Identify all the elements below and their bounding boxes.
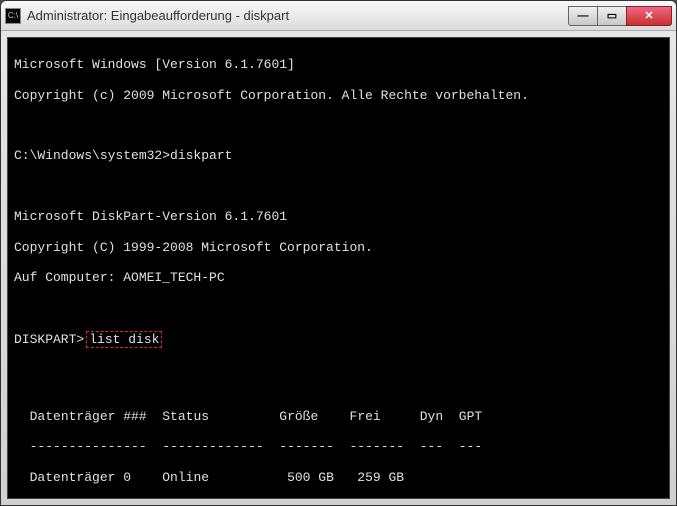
prompt-path: C:\Windows\system32> (14, 148, 170, 163)
prompt-line-diskpart: C:\Windows\system32>diskpart (14, 148, 663, 163)
diskpart-version: Microsoft DiskPart-Version 6.1.7601 (14, 209, 663, 224)
window-frame: C:\ Administrator: Eingabeaufforderung -… (0, 0, 677, 506)
maximize-button[interactable]: ▭ (597, 6, 627, 26)
minimize-button[interactable]: — (568, 6, 598, 26)
cmd-icon: C:\ (5, 8, 21, 24)
cmd-diskpart: diskpart (170, 148, 232, 163)
console-area[interactable]: Microsoft Windows [Version 6.1.7601] Cop… (7, 37, 670, 499)
disk-table: Datenträger ### Status Größe Frei Dyn GP… (14, 394, 663, 499)
minimize-icon: — (578, 10, 589, 22)
window-title: Administrator: Eingabeaufforderung - dis… (27, 8, 569, 23)
maximize-icon: ▭ (607, 9, 617, 22)
close-button[interactable]: ✕ (626, 6, 672, 26)
cmd-icon-label: C:\ (8, 11, 18, 20)
cmd-list-disk: list disk (86, 331, 162, 348)
table-row: Datenträger 0 Online 500 GB 259 GB (14, 470, 663, 485)
diskpart-copyright: Copyright (C) 1999-2008 Microsoft Corpor… (14, 240, 663, 255)
prompt-line-listdisk: DISKPART>list disk (14, 331, 663, 348)
diskpart-computer: Auf Computer: AOMEI_TECH-PC (14, 270, 663, 285)
table-header: Datenträger ### Status Größe Frei Dyn GP… (14, 409, 663, 424)
dp-prompt: DISKPART> (14, 332, 84, 347)
close-icon: ✕ (644, 9, 653, 22)
window-buttons: — ▭ ✕ (569, 6, 672, 26)
titlebar[interactable]: C:\ Administrator: Eingabeaufforderung -… (1, 1, 676, 31)
table-separator: --------------- ------------- ------- --… (14, 439, 663, 454)
os-copyright: Copyright (c) 2009 Microsoft Corporation… (14, 88, 663, 103)
os-version: Microsoft Windows [Version 6.1.7601] (14, 57, 663, 72)
